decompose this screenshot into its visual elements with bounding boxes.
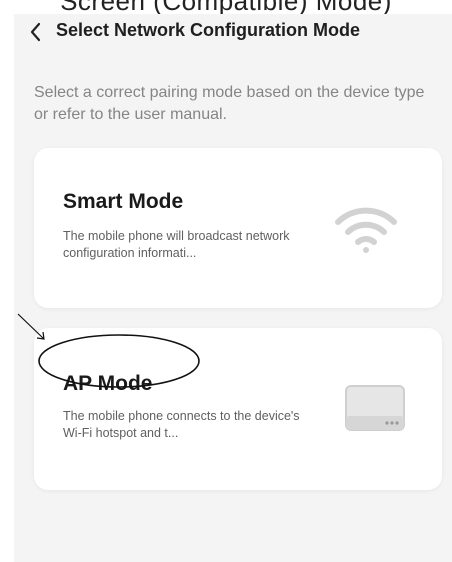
intro-text: Select a correct pairing mode based on t… — [34, 84, 425, 123]
chevron-left-icon — [30, 22, 41, 42]
wifi-icon — [335, 207, 397, 253]
smart-mode-title: Smart Mode — [63, 190, 184, 213]
ap-mode-card[interactable]: AP Mode The mobile phone connects to the… — [34, 328, 442, 490]
smart-mode-card[interactable]: Smart Mode The mobile phone will broadca… — [34, 148, 442, 308]
app-screen: Select Network Configuration Mode Select… — [14, 14, 452, 562]
device-hotspot-icon — [345, 385, 405, 431]
navigation-bar: Select Network Configuration Mode — [14, 14, 452, 50]
ap-mode-description: The mobile phone connects to the device'… — [63, 409, 300, 440]
page-title: Select Network Configuration Mode — [56, 20, 361, 40]
ap-mode-title: AP Mode — [63, 372, 153, 395]
smart-mode-description: The mobile phone will broadcast network … — [63, 229, 290, 260]
back-button[interactable] — [24, 20, 48, 44]
